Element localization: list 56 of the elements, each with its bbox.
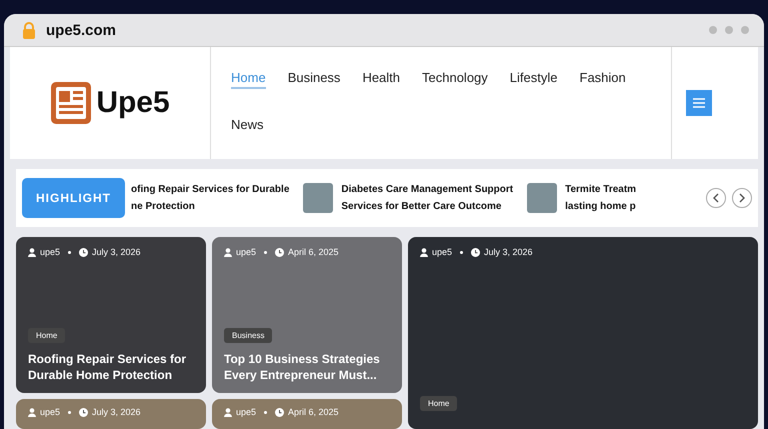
nav-link[interactable]: Business — [288, 70, 340, 89]
clock-icon — [275, 248, 284, 256]
next-button[interactable] — [732, 188, 752, 208]
post-date: July 3, 2026 — [484, 247, 533, 257]
author-name[interactable]: upe5 — [40, 247, 60, 257]
category-tag[interactable]: Business — [224, 328, 272, 343]
separator-dot — [264, 410, 268, 414]
article-title[interactable]: Roofing Repair Services for Durable Home Protection — [28, 351, 194, 383]
nav-link[interactable]: News — [231, 117, 264, 136]
category-tag[interactable]: Home — [28, 328, 66, 343]
article-card[interactable]: upe5 July 3, 2026 — [16, 399, 206, 429]
nav-link[interactable]: Technology — [422, 70, 488, 89]
post-date: July 3, 2026 — [92, 247, 141, 257]
user-icon — [28, 248, 36, 256]
user-icon — [28, 408, 36, 416]
article-title[interactable]: Top 10 Business Strategies Every Entrepreneur Must... — [224, 351, 390, 383]
separator-dot — [460, 250, 464, 254]
article-card[interactable]: upe5 July 3, 2026 Home — [408, 237, 758, 429]
separator-dot — [264, 250, 268, 254]
clock-icon — [471, 248, 480, 256]
url-text[interactable]: upe5.com — [46, 22, 116, 38]
author-name[interactable]: upe5 — [236, 247, 256, 257]
clock-icon — [275, 408, 284, 416]
newspaper-logo-icon — [50, 81, 92, 125]
clock-icon — [79, 248, 88, 256]
author-name[interactable]: upe5 — [432, 247, 452, 257]
window-dots-icon — [708, 25, 750, 35]
article-card[interactable]: upe5 April 6, 2025 Business Top 10 Business Strategies Every Entrepreneur Must... — [212, 237, 402, 393]
ticker-headline[interactable]: ofing Repair Services for Durable ne Protection — [131, 181, 290, 215]
nav-link[interactable]: Lifestyle — [510, 70, 558, 89]
category-tag[interactable]: Home — [420, 396, 458, 411]
user-icon — [224, 408, 232, 416]
post-date: April 6, 2025 — [288, 247, 339, 257]
lock-icon — [22, 22, 36, 38]
article-card[interactable]: upe5 April 6, 2025 — [212, 399, 402, 429]
article-card[interactable]: upe5 July 3, 2026 Home Roofing Repair Services for Durable Home Protection — [16, 237, 206, 393]
chevron-right-icon — [738, 193, 746, 203]
separator-dot — [68, 250, 72, 254]
nav-link[interactable]: Health — [362, 70, 400, 89]
menu-icon — [693, 98, 705, 108]
author-name[interactable]: upe5 — [40, 407, 60, 417]
nav-link[interactable]: Fashion — [580, 70, 626, 89]
clock-icon — [79, 408, 88, 416]
ticker-headline[interactable]: Diabetes Care Management Support Services for Better Care Outcome — [341, 181, 514, 215]
post-date: April 6, 2025 — [288, 407, 339, 417]
menu-button[interactable] — [686, 90, 712, 116]
post-date: July 3, 2026 — [92, 407, 141, 417]
highlight-label: HIGHLIGHT — [22, 178, 125, 218]
previous-button[interactable] — [706, 188, 726, 208]
user-icon — [224, 248, 232, 256]
site-logo-text[interactable]: Upe5 — [96, 86, 170, 120]
user-icon — [420, 248, 428, 256]
author-name[interactable]: upe5 — [236, 407, 256, 417]
separator-dot — [68, 410, 72, 414]
ticker-headline[interactable]: Termite Treatm lasting home p — [565, 181, 636, 215]
chevron-left-icon — [712, 193, 720, 203]
